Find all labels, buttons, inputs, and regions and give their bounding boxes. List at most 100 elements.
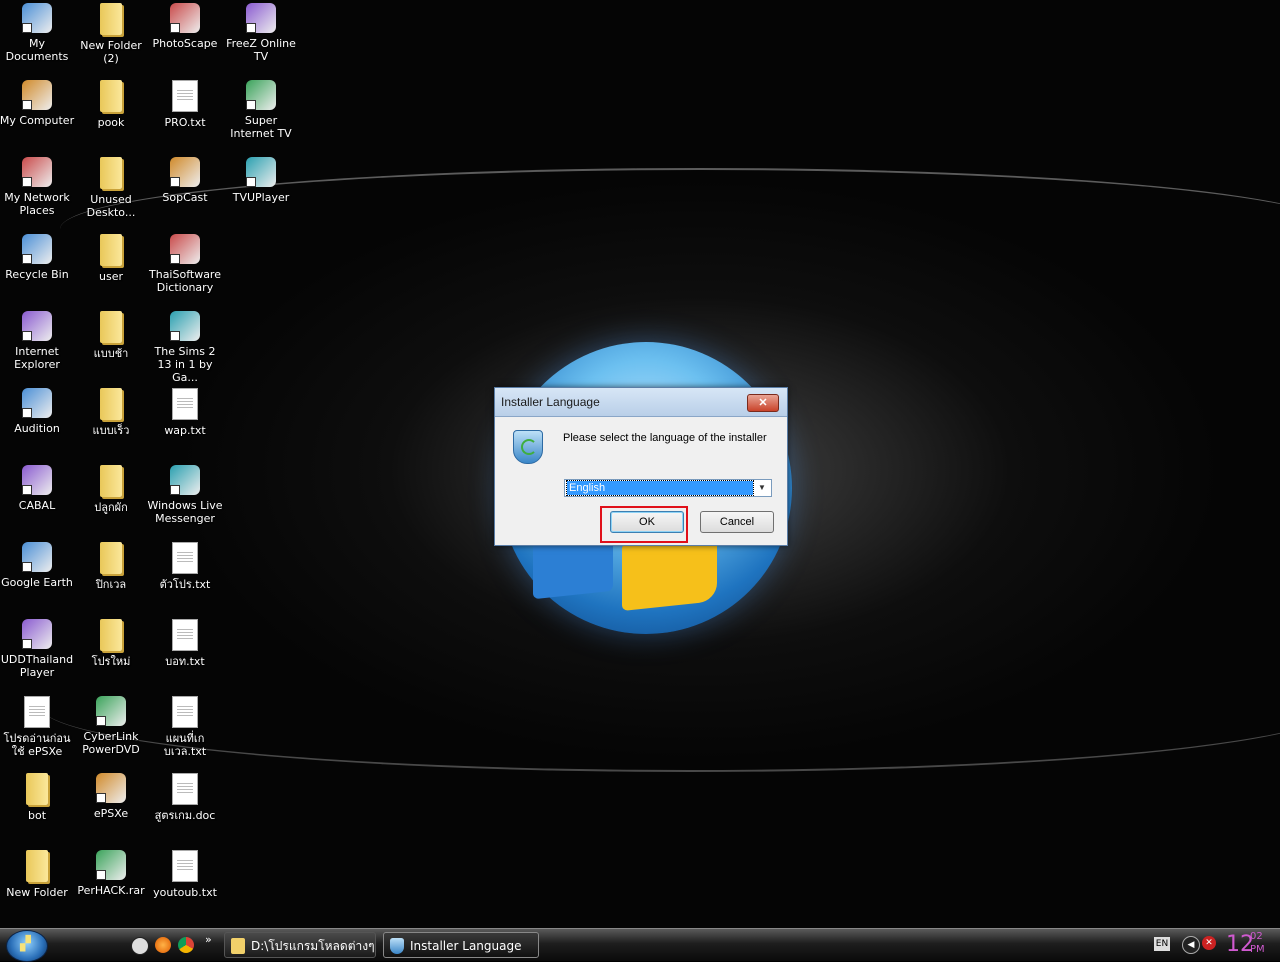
desktop-icon[interactable]: แบบช้า	[73, 311, 149, 360]
shortcut-arrow-icon	[170, 331, 180, 341]
desktop-icon[interactable]: My Computer	[0, 80, 75, 127]
desktop-icon-label: My Computer	[0, 114, 75, 127]
desktop-icon-label: SopCast	[162, 191, 208, 204]
folder-icon	[100, 388, 122, 420]
powerdvd-icon	[96, 696, 126, 726]
desktop-icon[interactable]: The Sims 2 13 in 1 by Ga...	[147, 311, 223, 384]
language-indicator[interactable]: EN	[1154, 937, 1170, 951]
shortcut-arrow-icon	[96, 870, 106, 880]
text-file-icon	[172, 850, 198, 882]
desktop-icon[interactable]: Google Earth	[0, 542, 75, 589]
desktop-icon-label: PRO.txt	[164, 116, 206, 129]
folder-icon	[100, 157, 122, 189]
shortcut-arrow-icon	[96, 793, 106, 803]
desktop-icon[interactable]: Windows Live Messenger	[147, 465, 223, 525]
desktop-icon[interactable]: CyberLink PowerDVD	[73, 696, 149, 756]
shortcut-file-icon	[24, 696, 50, 728]
desktop-icon[interactable]: pook	[73, 80, 149, 129]
desktop-icon[interactable]: Internet Explorer	[0, 311, 75, 371]
taskbar-item-explorer[interactable]: D:\โปรแกรมโหลดต่างๆ	[224, 932, 376, 958]
desktop-icon[interactable]: แผนที่เก บเวล.txt	[147, 696, 223, 758]
desktop-icon[interactable]: youtoub.txt	[147, 850, 223, 899]
desktop-icon[interactable]: โปรใหม่	[73, 619, 149, 668]
desktop-icon[interactable]: ปลูกผัก	[73, 465, 149, 514]
quick-launch-more-button[interactable]: »	[205, 933, 212, 946]
desktop-icon[interactable]: bot	[0, 773, 75, 822]
desktop-icon[interactable]: wap.txt	[147, 388, 223, 437]
desktop-icon[interactable]: PerHACK.rar	[73, 850, 149, 897]
desktop-icon-label: ปิกเวล	[95, 578, 127, 591]
desktop-icon[interactable]: UDDThailand Player	[0, 619, 75, 679]
desktop-icon[interactable]: ThaiSoftware Dictionary	[147, 234, 223, 294]
quick-launch-chrome-icon[interactable]	[178, 937, 194, 953]
shortcut-arrow-icon	[22, 639, 32, 649]
shortcut-arrow-icon	[22, 562, 32, 572]
taskbar-item-label: Installer Language	[410, 939, 522, 953]
desktop-icon-label: บอท.txt	[165, 655, 205, 668]
quick-launch-firefox-icon[interactable]	[155, 937, 171, 953]
clock-minute[interactable]: 02	[1250, 931, 1263, 942]
shortcut-arrow-icon	[22, 254, 32, 264]
desktop-icon[interactable]: CABAL	[0, 465, 75, 512]
start-button[interactable]	[6, 930, 48, 962]
shortcut-arrow-icon	[22, 408, 32, 418]
desktop-icon[interactable]: PhotoScape	[147, 3, 223, 50]
folder-icon	[100, 80, 122, 112]
internet-explorer-icon	[22, 311, 52, 341]
desktop-icon-label: Google Earth	[1, 576, 73, 589]
desktop-icon-label: pook	[97, 116, 125, 129]
dialog-message: Please select the language of the instal…	[563, 432, 767, 444]
desktop-icon-label: TVUPlayer	[232, 191, 290, 204]
desktop-icon[interactable]: Audition	[0, 388, 75, 435]
desktop-icon[interactable]: Recycle Bin	[0, 234, 75, 281]
language-select[interactable]: English ▼	[564, 479, 772, 497]
desktop-icon[interactable]: FreeZ Online TV	[223, 3, 299, 63]
desktop-icon[interactable]: ปิกเวล	[73, 542, 149, 591]
close-button[interactable]: ✕	[747, 394, 779, 412]
desktop-icon[interactable]: แบบเร็ว	[73, 388, 149, 437]
quick-launch-show-desktop-icon[interactable]	[131, 937, 149, 955]
desktop-icon[interactable]: Unused Deskto...	[73, 157, 149, 219]
audition-icon	[22, 388, 52, 418]
installer-language-dialog: Installer Language ✕ Please select the l…	[494, 387, 788, 546]
desktop-icon[interactable]: บอท.txt	[147, 619, 223, 668]
clock-ampm[interactable]: PM	[1250, 944, 1265, 955]
ok-button[interactable]: OK	[610, 511, 684, 533]
desktop-icon[interactable]: My Network Places	[0, 157, 75, 217]
desktop-icon-label: My Documents	[5, 37, 69, 63]
cancel-button[interactable]: Cancel	[700, 511, 774, 533]
dialog-titlebar[interactable]: Installer Language ✕	[495, 388, 787, 417]
folder-icon	[100, 465, 122, 497]
chevron-down-icon[interactable]: ▼	[755, 481, 769, 495]
desktop-icon[interactable]: ตัวโปร.txt	[147, 542, 223, 591]
desktop-icon[interactable]: TVUPlayer	[223, 157, 299, 204]
desktop-icon-label: user	[99, 270, 123, 283]
desktop-icon-label: PhotoScape	[152, 37, 218, 50]
desktop-icon[interactable]: สูตรเกม.doc	[147, 773, 223, 822]
desktop-icon[interactable]: โปรดอ่านก่อน ใช้ ePSXe	[0, 696, 75, 758]
desktop-icon[interactable]: Super Internet TV	[223, 80, 299, 140]
taskbar-item-installer[interactable]: Installer Language	[383, 932, 539, 958]
desktop-icon[interactable]: My Documents	[0, 3, 75, 63]
folder-icon	[100, 619, 122, 651]
desktop-icon[interactable]: user	[73, 234, 149, 283]
folder-icon	[26, 850, 48, 882]
tray-back-icon[interactable]: ◀	[1182, 936, 1200, 954]
shield-icon	[513, 430, 543, 464]
shortcut-arrow-icon	[170, 177, 180, 187]
desktop-icon-label: แผนที่เก บเวล.txt	[163, 732, 207, 758]
tray-error-icon[interactable]: ✕	[1202, 936, 1216, 950]
desktop-icon-label: Super Internet TV	[230, 114, 292, 140]
desktop-icon[interactable]: ePSXe	[73, 773, 149, 820]
desktop-icon[interactable]: New Folder (2)	[73, 3, 149, 65]
word-doc-icon	[172, 773, 198, 805]
recycle-bin-icon	[22, 234, 52, 264]
shortcut-arrow-icon	[22, 100, 32, 110]
messenger-icon	[170, 465, 200, 495]
desktop-icon-label: สูตรเกม.doc	[154, 809, 216, 822]
desktop-icon[interactable]: PRO.txt	[147, 80, 223, 129]
desktop-icon[interactable]: SopCast	[147, 157, 223, 204]
desktop-icon-label: youtoub.txt	[153, 886, 217, 899]
desktop-icon[interactable]: New Folder	[0, 850, 75, 899]
shortcut-arrow-icon	[22, 331, 32, 341]
